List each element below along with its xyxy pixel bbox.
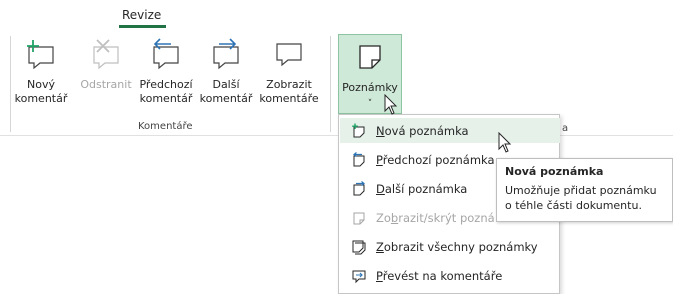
next-comment-button[interactable]: Další komentář [198, 36, 254, 116]
tooltip-title: Nová poznámka [505, 165, 604, 178]
previous-comment-label-1: Předchozí [139, 78, 193, 91]
tooltip: Nová poznámka Umožňuje přidat poznámku o … [496, 158, 673, 222]
delete-comment-icon [88, 36, 124, 72]
menu-item-convert-to-comments-label: Převést na komentáře [376, 268, 503, 283]
next-comment-label-1: Další [212, 78, 240, 91]
convert-to-comments-icon [350, 267, 368, 285]
new-comment-icon [23, 36, 59, 72]
menu-item-show-all-notes-label: Zobrazit všechny poznámky [376, 239, 538, 254]
menu-item-show-hide-note-label: Zobrazit/skrýt pozná [376, 210, 495, 225]
new-comment-button[interactable]: Nový komentář [15, 36, 67, 116]
next-comment-icon [208, 36, 244, 72]
delete-comment-button[interactable]: Odstranit [80, 36, 132, 116]
tooltip-line-2: o téhle části dokumentu. [505, 199, 642, 212]
menu-item-new-note[interactable]: Nová poznámka [340, 118, 560, 143]
new-comment-label-2: komentář [14, 92, 68, 105]
menu-item-new-note-label: Nová poznámka [376, 123, 469, 138]
next-note-icon [350, 180, 368, 198]
previous-comment-button[interactable]: Předchozí komentář [136, 36, 196, 116]
mouse-pointer-icon [384, 94, 398, 115]
next-comment-label-2: komentář [199, 92, 253, 105]
new-comment-label-1: Nový [27, 78, 55, 91]
menu-item-next-note-label: Další poznámka [376, 181, 468, 196]
show-hide-note-icon [350, 209, 368, 227]
chevron-down-icon: ˅ [367, 99, 373, 109]
show-comments-button[interactable]: Zobrazit komentáře [256, 36, 322, 116]
menu-item-previous-note-label: Předchozí poznámka [376, 152, 495, 167]
active-tab-indicator [119, 25, 166, 28]
tab-revize[interactable]: Revize [122, 8, 161, 22]
show-comments-label-2: komentáře [259, 92, 319, 105]
previous-comment-label-2: komentář [139, 92, 193, 105]
show-comments-icon [271, 36, 307, 72]
tooltip-line-1: Umožňuje přidat poznámku [505, 184, 657, 197]
menu-item-show-all-notes[interactable]: Zobrazit všechny poznámky [340, 234, 560, 259]
note-icon [352, 37, 388, 77]
ribbon-fragment-text: a [562, 123, 569, 134]
previous-note-icon [350, 151, 368, 169]
comments-group-label: Komentáře [138, 121, 193, 132]
show-all-notes-icon [350, 238, 368, 256]
ribbon-left-separator [10, 36, 11, 132]
notes-label: Poznámky [342, 81, 398, 94]
menu-item-convert-to-comments[interactable]: Převést na komentáře [340, 263, 560, 288]
show-comments-label-1: Zobrazit [266, 78, 312, 91]
group-separator [330, 36, 331, 132]
new-note-icon [350, 122, 368, 140]
mouse-pointer-icon [498, 132, 512, 153]
previous-comment-icon [148, 36, 184, 72]
delete-comment-label: Odstranit [80, 78, 132, 91]
